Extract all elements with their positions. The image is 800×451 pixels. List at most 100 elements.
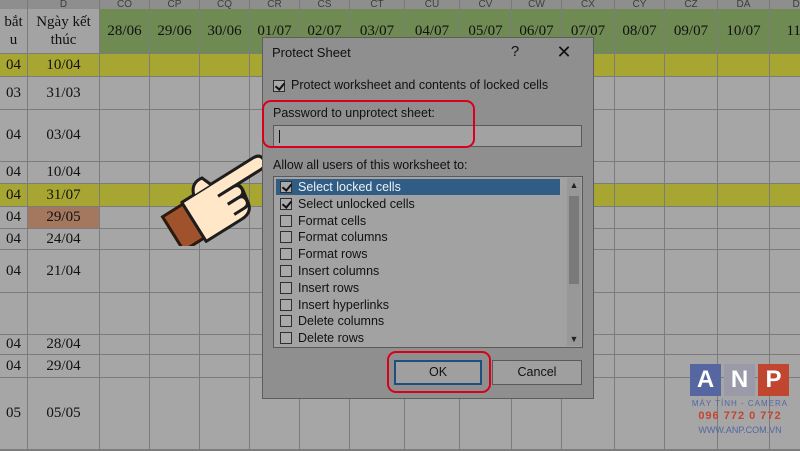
column-letter-header[interactable]: CO bbox=[100, 0, 150, 9]
scroll-up-arrow-icon[interactable]: ▲ bbox=[567, 178, 581, 192]
gantt-cell[interactable] bbox=[150, 54, 200, 77]
gantt-cell[interactable] bbox=[100, 229, 150, 250]
start-date-cell[interactable]: 05 bbox=[0, 378, 28, 450]
gantt-cell[interactable] bbox=[200, 355, 250, 378]
start-date-cell[interactable] bbox=[0, 293, 28, 335]
gantt-cell[interactable] bbox=[770, 184, 800, 207]
permission-checkbox[interactable] bbox=[280, 231, 292, 244]
gantt-cell[interactable] bbox=[615, 293, 665, 335]
start-date-cell[interactable]: 04 bbox=[0, 162, 28, 184]
gantt-cell[interactable] bbox=[615, 335, 665, 355]
gantt-cell[interactable] bbox=[200, 335, 250, 355]
gantt-cell[interactable] bbox=[718, 207, 770, 229]
ok-button[interactable]: OK bbox=[394, 360, 482, 385]
end-date-cell[interactable]: 29/05 bbox=[28, 207, 100, 229]
gantt-cell[interactable] bbox=[615, 250, 665, 293]
gantt-cell[interactable] bbox=[718, 293, 770, 335]
gantt-cell[interactable] bbox=[100, 293, 150, 335]
gantt-cell[interactable] bbox=[665, 77, 718, 110]
gantt-cell[interactable] bbox=[150, 293, 200, 335]
help-button[interactable]: ? bbox=[503, 40, 527, 64]
start-date-cell[interactable]: 04 bbox=[0, 250, 28, 293]
permission-checkbox[interactable] bbox=[280, 181, 292, 193]
end-date-cell[interactable]: 31/07 bbox=[28, 184, 100, 207]
permission-checkbox[interactable] bbox=[280, 315, 292, 328]
gantt-cell[interactable] bbox=[200, 378, 250, 450]
gantt-cell[interactable] bbox=[665, 250, 718, 293]
start-date-cell[interactable]: 04 bbox=[0, 229, 28, 250]
gantt-cell[interactable] bbox=[615, 355, 665, 378]
gantt-cell[interactable] bbox=[615, 207, 665, 229]
end-date-cell[interactable]: 03/04 bbox=[28, 110, 100, 162]
column-letter-header[interactable]: CS bbox=[300, 0, 350, 9]
date-column-header[interactable]: 28/06 bbox=[100, 9, 150, 54]
gantt-cell[interactable] bbox=[100, 355, 150, 378]
close-button[interactable]: ✕ bbox=[549, 40, 579, 64]
gantt-cell[interactable] bbox=[665, 162, 718, 184]
scrollbar-thumb[interactable] bbox=[569, 196, 579, 284]
gantt-cell[interactable] bbox=[770, 207, 800, 229]
start-date-cell[interactable]: 04 bbox=[0, 54, 28, 77]
permission-item[interactable]: Format rows bbox=[276, 246, 560, 262]
column-letter-header[interactable]: CV bbox=[460, 0, 512, 9]
gantt-cell[interactable] bbox=[615, 110, 665, 162]
permission-checkbox[interactable] bbox=[280, 265, 292, 277]
permission-checkbox[interactable] bbox=[280, 248, 292, 261]
permission-item[interactable]: Format cells bbox=[276, 213, 560, 229]
gantt-cell[interactable] bbox=[665, 229, 718, 250]
end-date-cell[interactable]: 31/03 bbox=[28, 77, 100, 110]
gantt-cell[interactable] bbox=[100, 207, 150, 229]
gantt-cell[interactable] bbox=[718, 54, 770, 77]
gantt-cell[interactable] bbox=[200, 54, 250, 77]
gantt-cell[interactable] bbox=[665, 335, 718, 355]
column-letter-header[interactable]: CX bbox=[562, 0, 615, 9]
date-column-header[interactable]: 08/07 bbox=[615, 9, 665, 54]
column-letter-header[interactable]: D bbox=[28, 0, 100, 9]
column-letter-header[interactable]: CQ bbox=[200, 0, 250, 9]
gantt-cell[interactable] bbox=[718, 110, 770, 162]
gantt-cell[interactable] bbox=[665, 207, 718, 229]
end-date-cell[interactable]: 21/04 bbox=[28, 250, 100, 293]
dialog-title-bar[interactable]: Protect Sheet ? ✕ bbox=[263, 38, 593, 66]
gantt-cell[interactable] bbox=[615, 378, 665, 450]
gantt-cell[interactable] bbox=[770, 77, 800, 110]
gantt-cell[interactable] bbox=[615, 229, 665, 250]
gantt-cell[interactable] bbox=[100, 162, 150, 184]
start-date-cell[interactable]: 04 bbox=[0, 110, 28, 162]
gantt-cell[interactable] bbox=[150, 355, 200, 378]
gantt-cell[interactable] bbox=[200, 293, 250, 335]
gantt-cell[interactable] bbox=[615, 162, 665, 184]
gantt-cell[interactable] bbox=[770, 110, 800, 162]
gantt-cell[interactable] bbox=[665, 293, 718, 335]
start-date-cell[interactable]: 04 bbox=[0, 207, 28, 229]
permission-item[interactable]: Insert rows bbox=[276, 280, 560, 296]
end-date-cell[interactable]: 10/04 bbox=[28, 162, 100, 184]
end-date-header[interactable]: Ngày kết thúc bbox=[28, 9, 100, 54]
gantt-cell[interactable] bbox=[100, 110, 150, 162]
permission-checkbox[interactable] bbox=[280, 298, 292, 311]
permission-item[interactable]: Select locked cells bbox=[276, 179, 560, 195]
end-date-cell[interactable]: 24/04 bbox=[28, 229, 100, 250]
start-date-cell[interactable]: 04 bbox=[0, 355, 28, 378]
start-date-cell[interactable]: 04 bbox=[0, 335, 28, 355]
column-letter-header[interactable]: CW bbox=[512, 0, 562, 9]
permission-item[interactable]: Delete columns bbox=[276, 313, 560, 329]
column-letter-header[interactable]: CT bbox=[350, 0, 405, 9]
gantt-cell[interactable] bbox=[150, 378, 200, 450]
date-column-header[interactable]: 11/0 bbox=[770, 9, 800, 54]
gantt-cell[interactable] bbox=[770, 162, 800, 184]
scroll-down-arrow-icon[interactable]: ▼ bbox=[567, 332, 581, 346]
gantt-cell[interactable] bbox=[665, 110, 718, 162]
column-letter-header[interactable]: CY bbox=[615, 0, 665, 9]
protect-worksheet-checkbox[interactable] bbox=[273, 80, 285, 92]
gantt-cell[interactable] bbox=[150, 335, 200, 355]
gantt-cell[interactable] bbox=[718, 335, 770, 355]
column-letter-header[interactable]: CZ bbox=[665, 0, 718, 9]
date-column-header[interactable]: 10/07 bbox=[718, 9, 770, 54]
end-date-cell[interactable]: 29/04 bbox=[28, 355, 100, 378]
gantt-cell[interactable] bbox=[615, 77, 665, 110]
end-date-cell[interactable]: 05/05 bbox=[28, 378, 100, 450]
permission-item[interactable]: Select unlocked cells bbox=[276, 196, 560, 212]
permission-checkbox[interactable] bbox=[280, 281, 292, 294]
column-letter-header[interactable]: CU bbox=[405, 0, 460, 9]
